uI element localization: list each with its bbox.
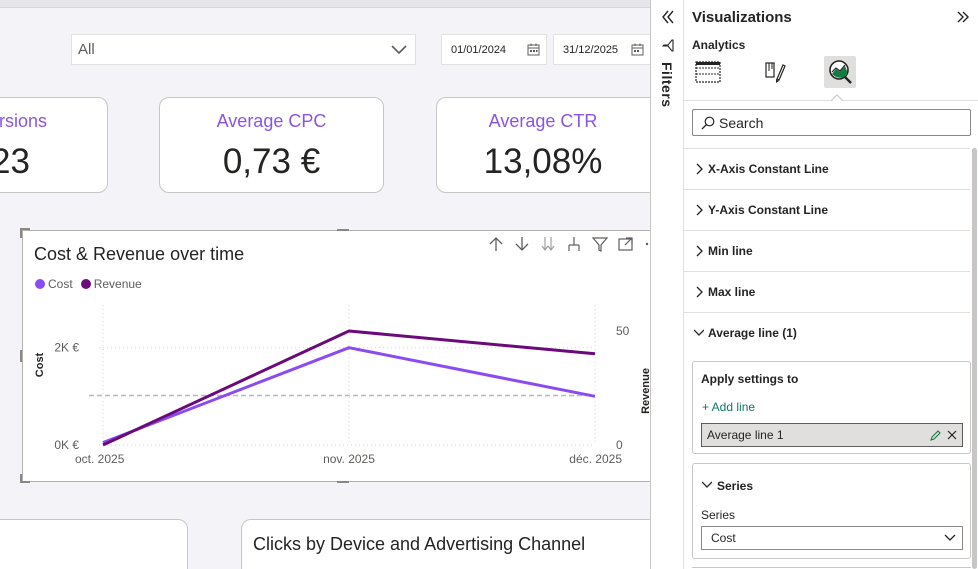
tab-analytics[interactable]	[824, 56, 856, 88]
calendar-icon	[527, 43, 540, 56]
section-x-axis-constant-line[interactable]: X-Axis Constant Line	[684, 148, 970, 188]
active-tab-indicator	[831, 94, 843, 101]
section-label: Average line (1)	[708, 325, 797, 340]
canvas-top-bar	[0, 0, 650, 8]
chevron-right-icon	[696, 204, 703, 216]
chevron-down-icon	[694, 329, 704, 336]
pane-scrollbar[interactable]	[972, 148, 977, 569]
format-paintbrush-icon	[765, 62, 786, 83]
chart-gridlines	[99, 305, 596, 446]
search-input[interactable]: Search	[692, 109, 971, 136]
average-line-name: Average line 1	[707, 428, 784, 442]
average-line-entry[interactable]: Average line 1	[701, 423, 963, 447]
filter-funnel-icon	[662, 39, 674, 52]
series-select[interactable]: Cost	[701, 526, 963, 550]
y-axis-right-label: Revenue	[640, 368, 650, 414]
kpi-label: rsions	[0, 111, 47, 131]
section-label: X-Axis Constant Line	[708, 161, 829, 176]
tab-build-visual[interactable]	[692, 56, 724, 88]
date-end-input[interactable]: 31/12/2025	[553, 34, 650, 65]
section-average-line[interactable]: Average line (1)	[684, 312, 970, 352]
section-label: Max line	[708, 284, 756, 299]
analytics-subtitle: Analytics	[692, 38, 746, 52]
y-right-tick-label: 0	[616, 438, 623, 452]
slicer-dropdown[interactable]: All	[71, 34, 416, 65]
filters-label[interactable]: Filters	[659, 62, 675, 108]
y-left-tick-label: 0K €	[54, 438, 79, 452]
apply-settings-title: Apply settings to	[701, 372, 799, 386]
visualizations-header: Visualizations Analytics	[684, 0, 978, 101]
add-line-button[interactable]: + Add line	[702, 400, 755, 414]
kpi-card-average-ctr[interactable]: Average CTR 13,08%	[436, 97, 650, 193]
resize-handle[interactable]	[20, 474, 22, 483]
bottom-visual-left[interactable]	[0, 519, 188, 569]
chevron-down-icon	[944, 534, 956, 541]
resize-handle[interactable]	[337, 229, 349, 231]
section-min-line[interactable]: Min line	[684, 230, 970, 270]
kpi-value: 0,73 €	[222, 142, 321, 181]
section-max-line[interactable]: Max line	[684, 271, 970, 311]
visualizations-title: Visualizations	[692, 9, 792, 26]
cost-revenue-line-chart[interactable]: Cost & Revenue over time Cost Revenue oc…	[22, 230, 650, 482]
resize-handle[interactable]	[20, 350, 22, 362]
report-canvas: All 01/01/2024 31/12/2025 rsions 23 Aver…	[0, 0, 650, 569]
kpi-label: Average CPC	[216, 111, 327, 131]
clicks-by-device-visual[interactable]: Clicks by Device and Advertising Channel	[241, 519, 650, 569]
resize-handle[interactable]	[20, 228, 22, 238]
chevron-down-icon[interactable]	[702, 480, 712, 490]
kpi-card-conversions[interactable]: rsions 23	[0, 97, 108, 193]
calendar-icon	[631, 43, 644, 56]
kpi-value: 13,08%	[483, 142, 603, 181]
visualizations-pane: Visualizations Analytics Search X-Axis C…	[684, 0, 978, 569]
series-field-label: Series	[701, 508, 736, 522]
chevron-right-icon	[696, 245, 703, 257]
x-tick-label: oct. 2025	[75, 452, 125, 466]
powerbi-report-editor: All 01/01/2024 31/12/2025 rsions 23 Aver…	[0, 0, 978, 569]
tab-format-visual[interactable]	[758, 56, 790, 88]
kpi-label: Average CTR	[488, 111, 598, 131]
resize-handle[interactable]	[337, 481, 349, 483]
search-placeholder: Search	[719, 114, 764, 131]
x-tick-label: nov. 2025	[323, 452, 375, 466]
double-chevron-left-icon[interactable]	[660, 9, 676, 25]
date-end-value: 31/12/2025	[563, 43, 619, 56]
kpi-card-average-cpc[interactable]: Average CPC 0,73 €	[159, 97, 384, 193]
section-y-axis-constant-line[interactable]: Y-Axis Constant Line	[684, 189, 970, 229]
y-left-tick-label: 2K €	[54, 341, 79, 355]
chevron-right-icon	[696, 163, 703, 175]
pencil-edit-icon[interactable]	[929, 429, 942, 442]
search-icon	[701, 116, 715, 130]
analytics-magnifier-icon	[829, 60, 852, 84]
slicer-selected-value: All	[78, 41, 95, 58]
kpi-value: 23	[0, 142, 30, 181]
chevron-down-icon	[391, 45, 407, 55]
filters-pane-collapsed[interactable]: Filters	[650, 0, 684, 569]
date-start-input[interactable]: 01/01/2024	[441, 34, 547, 65]
section-label: Min line	[708, 243, 753, 258]
analytics-options-list: Search X-Axis Constant Line Y-Axis Const…	[684, 101, 978, 569]
x-tick-label: déc. 2025	[569, 452, 622, 466]
date-start-value: 01/01/2024	[451, 43, 507, 56]
series-card: Series Series Cost	[692, 463, 971, 559]
chart-series-lines	[89, 329, 596, 447]
apply-settings-card: Apply settings to + Add line Average lin…	[692, 361, 971, 454]
chart-plot-area: oct. 2025 nov. 2025 déc. 2025 0K € 2K € 0 50 C…	[34, 305, 650, 466]
double-chevron-right-icon[interactable]	[956, 10, 970, 24]
table-grid-icon	[695, 61, 721, 83]
close-icon[interactable]	[946, 429, 958, 441]
y-right-tick-label: 50	[616, 324, 630, 338]
y-axis-left-label: Cost	[34, 352, 46, 377]
clicks-by-device-title: Clicks by Device and Advertising Channel	[253, 534, 586, 554]
series-card-title: Series	[717, 479, 754, 493]
section-label: Y-Axis Constant Line	[708, 202, 829, 217]
series-selected-value: Cost	[711, 531, 736, 545]
chevron-right-icon	[696, 286, 703, 298]
